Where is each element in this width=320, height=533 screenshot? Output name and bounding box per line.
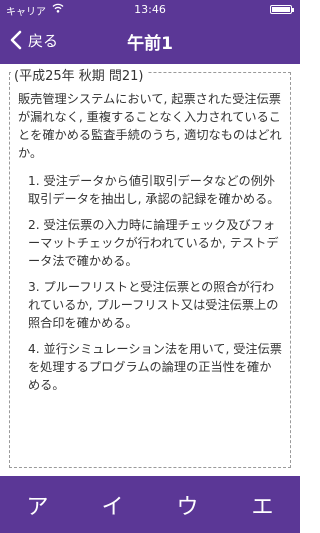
status-time: 13:46	[134, 3, 166, 16]
answer-button-e[interactable]: エ	[233, 489, 293, 521]
question-text: 販売管理システムにおいて, 起票された受注伝票が漏れなく, 重複することなく入力…	[18, 92, 282, 160]
answer-button-a[interactable]: ア	[8, 489, 68, 521]
question-content: 販売管理システムにおいて, 起票された受注伝票が漏れなく, 重複することなく入力…	[18, 90, 282, 402]
answer-button-u[interactable]: ウ	[158, 489, 218, 521]
answer-bar: ア イ ウ エ	[0, 476, 300, 533]
answer-button-i[interactable]: イ	[83, 489, 143, 521]
status-bar: キャリア 13:46	[0, 0, 300, 18]
choice-3: 3. プルーフリストと受注伝票との照合が行われているか, プルーフリスト又は受注…	[28, 280, 279, 330]
question-source: (平成25年 秋期 問21)	[11, 65, 147, 84]
page-title: 午前1	[127, 34, 173, 54]
choice-2: 2. 受注伝票の入力時に論理チェック及びフォーマットチェックが行われているか, …	[28, 218, 279, 268]
navigation-bar: キャリア 13:46 戻る 午前1	[0, 0, 300, 64]
choice-1: 1. 受注データから値引取引データなどの例外取引データを抽出し, 承認の記録を確…	[28, 174, 280, 206]
choice-4: 4. 並行シミュレーション法を用いて, 受注伝票を処理するプログラムの論理の正当…	[28, 342, 282, 392]
battery-icon	[270, 5, 294, 14]
